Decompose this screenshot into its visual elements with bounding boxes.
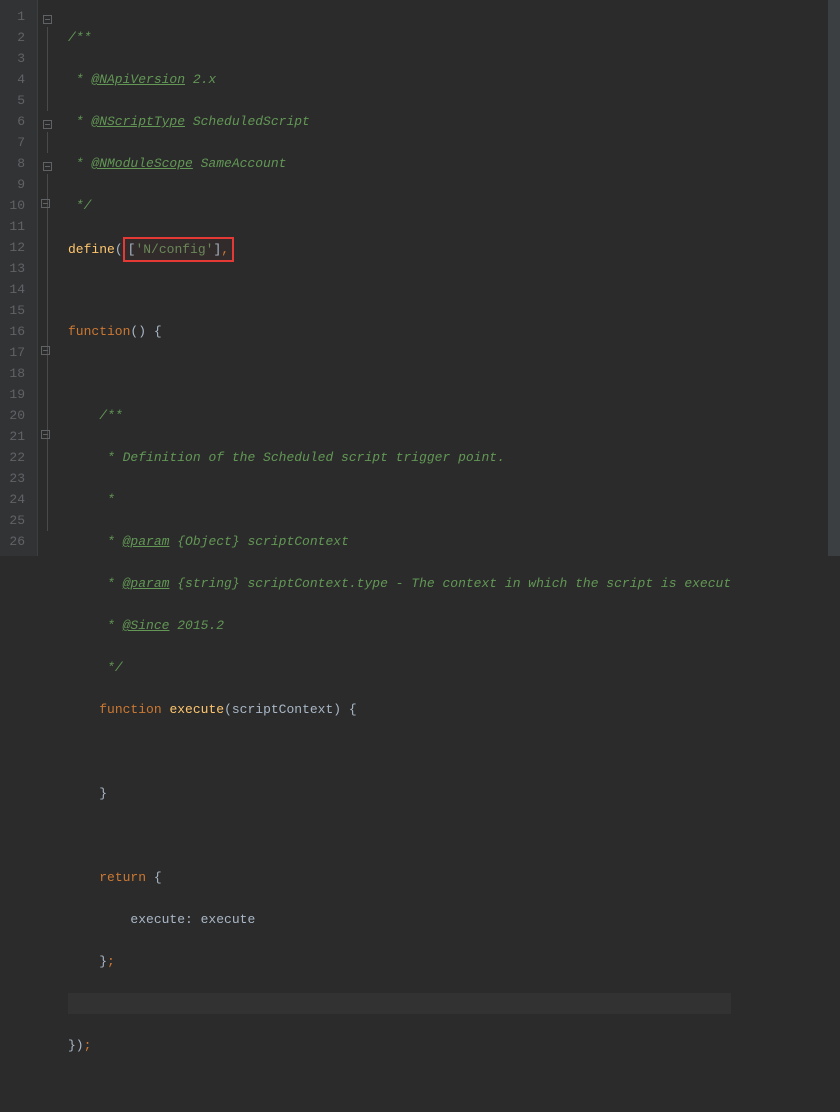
line-number: 26: [8, 531, 25, 552]
code-line: * @Since 2015.2: [68, 615, 731, 636]
code-line: [68, 825, 731, 846]
code-line: *: [68, 489, 731, 510]
code-area[interactable]: /** * @NApiVersion 2.x * @NScriptType Sc…: [56, 0, 731, 556]
line-number: 23: [8, 468, 25, 489]
highlight-annotation: ['N/config'],: [123, 237, 234, 262]
fold-toggle-icon[interactable]: [43, 162, 52, 171]
code-line: * Definition of the Scheduled script tri…: [68, 447, 731, 468]
code-line: * @NModuleScope SameAccount: [68, 153, 731, 174]
line-number: 12: [8, 237, 25, 258]
line-number: 21: [8, 426, 25, 447]
code-line: [68, 363, 731, 384]
line-number: 15: [8, 300, 25, 321]
code-line: */: [68, 195, 731, 216]
fold-toggle-icon[interactable]: [41, 430, 50, 439]
code-line: });: [68, 1035, 731, 1056]
fold-gutter: [38, 0, 56, 556]
line-number: 1: [8, 6, 25, 27]
line-number: 3: [8, 48, 25, 69]
line-number: 10: [8, 195, 25, 216]
line-number: 16: [8, 321, 25, 342]
code-line: }: [68, 783, 731, 804]
code-line: [68, 741, 731, 762]
code-line: [68, 1077, 731, 1098]
code-line: * @param {Object} scriptContext: [68, 531, 731, 552]
line-number: 5: [8, 90, 25, 111]
line-number: 17: [8, 342, 25, 363]
code-line: [68, 993, 731, 1014]
fold-toggle-icon[interactable]: [43, 120, 52, 129]
line-number: 8: [8, 153, 25, 174]
code-line: * @NScriptType ScheduledScript: [68, 111, 731, 132]
code-line: [68, 279, 731, 300]
line-number: 9: [8, 174, 25, 195]
fold-toggle-icon[interactable]: [41, 199, 50, 208]
code-line: define(['N/config'],: [68, 237, 731, 258]
code-line: */: [68, 657, 731, 678]
code-editor[interactable]: 1 2 3 4 5 6 7 8 9 10 11 12 13 14 15 16 1…: [0, 0, 840, 556]
line-number: 4: [8, 69, 25, 90]
line-number: 7: [8, 132, 25, 153]
fold-toggle-icon[interactable]: [41, 346, 50, 355]
line-number: 11: [8, 216, 25, 237]
code-line: };: [68, 951, 731, 972]
line-number: 2: [8, 27, 25, 48]
line-number-gutter: 1 2 3 4 5 6 7 8 9 10 11 12 13 14 15 16 1…: [0, 0, 38, 556]
code-line: /**: [68, 405, 731, 426]
line-number: 25: [8, 510, 25, 531]
code-line: * @param {string} scriptContext.type - T…: [68, 573, 731, 594]
line-number: 13: [8, 258, 25, 279]
code-line: execute: execute: [68, 909, 731, 930]
fold-toggle-icon[interactable]: [43, 15, 52, 24]
code-line: /**: [68, 27, 731, 48]
vertical-scrollbar[interactable]: [828, 0, 840, 556]
line-number: 6: [8, 111, 25, 132]
code-line: * @NApiVersion 2.x: [68, 69, 731, 90]
code-line: return {: [68, 867, 731, 888]
code-line: function() {: [68, 321, 731, 342]
line-number: 18: [8, 363, 25, 384]
code-line: function execute(scriptContext) {: [68, 699, 731, 720]
line-number: 22: [8, 447, 25, 468]
line-number: 20: [8, 405, 25, 426]
line-number: 19: [8, 384, 25, 405]
line-number: 24: [8, 489, 25, 510]
line-number: 14: [8, 279, 25, 300]
